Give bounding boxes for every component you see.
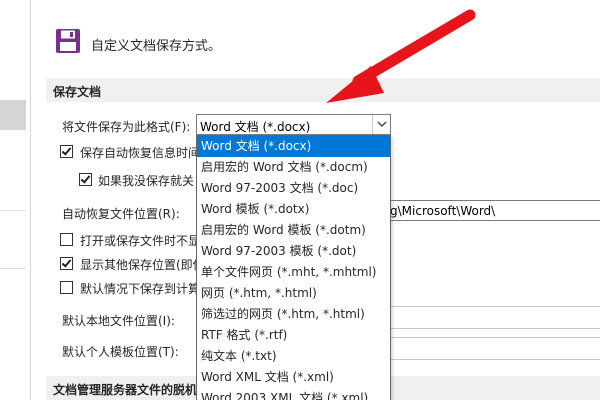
show-other-locations-checkbox[interactable] [60, 257, 73, 270]
default-save-computer-checkbox[interactable] [60, 281, 73, 294]
autosave-label: 保存自动恢复信息时间 [80, 146, 201, 160]
dropdown-option[interactable]: 筛选过的网页 (*.htm, *.html) [197, 304, 390, 325]
show-other-locations-label: 显示其他保存位置(即使 [80, 258, 205, 272]
dropdown-option[interactable]: 启用宏的 Word 模板 (*.dotm) [197, 220, 390, 241]
no-backstage-label: 打开或保存文件时不显 [80, 234, 201, 248]
dropdown-option[interactable]: Word 97-2003 模板 (*.dot) [197, 241, 390, 262]
dropdown-option[interactable]: Word XML 文档 (*.xml) [197, 367, 390, 388]
default-local-location-field[interactable] [386, 306, 600, 329]
dropdown-arrow-button[interactable] [372, 115, 390, 134]
dropdown-option[interactable]: 单个文件网页 (*.mht, *.mhtml) [197, 262, 390, 283]
checkmark-icon [61, 257, 72, 268]
default-template-location-label: 默认个人模板位置(T): [62, 345, 179, 359]
save-format-label: 将文件保存为此格式(F): [62, 120, 191, 134]
dropdown-option[interactable]: Word 2003 XML 文档 (*.xml) [197, 388, 390, 400]
no-backstage-checkbox[interactable] [60, 233, 73, 246]
dropdown-option[interactable]: 启用宏的 Word 文档 (*.docm) [197, 157, 390, 178]
save-format-select[interactable]: Word 文档 (*.docx) [196, 114, 391, 135]
chevron-down-icon [377, 121, 387, 127]
checkmark-icon [61, 145, 72, 156]
default-save-computer-label: 默认情况下保存到计算 [80, 282, 201, 296]
dropdown-option[interactable]: RTF 格式 (*.rtf) [197, 325, 390, 346]
nav-item-save-selected[interactable] [0, 100, 26, 130]
dropdown-option[interactable]: Word 文档 (*.docx) [197, 136, 390, 157]
floppy-disk-icon [56, 29, 80, 53]
red-arrow-annotation [326, 9, 476, 103]
default-local-location-label: 默认本地文件位置(I): [62, 314, 175, 328]
checkmark-icon [80, 173, 91, 184]
pane-divider [30, 0, 31, 400]
dropdown-option[interactable]: 纯文本 (*.txt) [197, 346, 390, 367]
keep-last-autosave-checkbox[interactable] [79, 173, 92, 186]
dropdown-option[interactable]: Word 模板 (*.dotx) [197, 199, 390, 220]
options-nav-pane [0, 0, 28, 400]
page-title: 自定义文档保存方式。 [91, 39, 222, 54]
dropdown-option[interactable]: Word 97-2003 文档 (*.doc) [197, 178, 390, 199]
autorecover-location-label: 自动恢复文件位置(R): [62, 207, 180, 221]
save-format-value: Word 文档 (*.docx) [200, 120, 311, 134]
default-template-location-field[interactable] [386, 337, 600, 360]
autosave-checkbox[interactable] [60, 145, 73, 158]
nav-divider [0, 268, 26, 269]
autorecover-path-field[interactable]: g\Microsoft\Word\ [386, 200, 600, 221]
dropdown-option[interactable]: 网页 (*.htm, *.html) [197, 283, 390, 304]
nav-divider [0, 210, 26, 211]
keep-last-autosave-label: 如果我没保存就关 [98, 174, 195, 188]
save-format-dropdown-list[interactable]: Word 文档 (*.docx) 启用宏的 Word 文档 (*.docm) Wor… [196, 135, 391, 400]
